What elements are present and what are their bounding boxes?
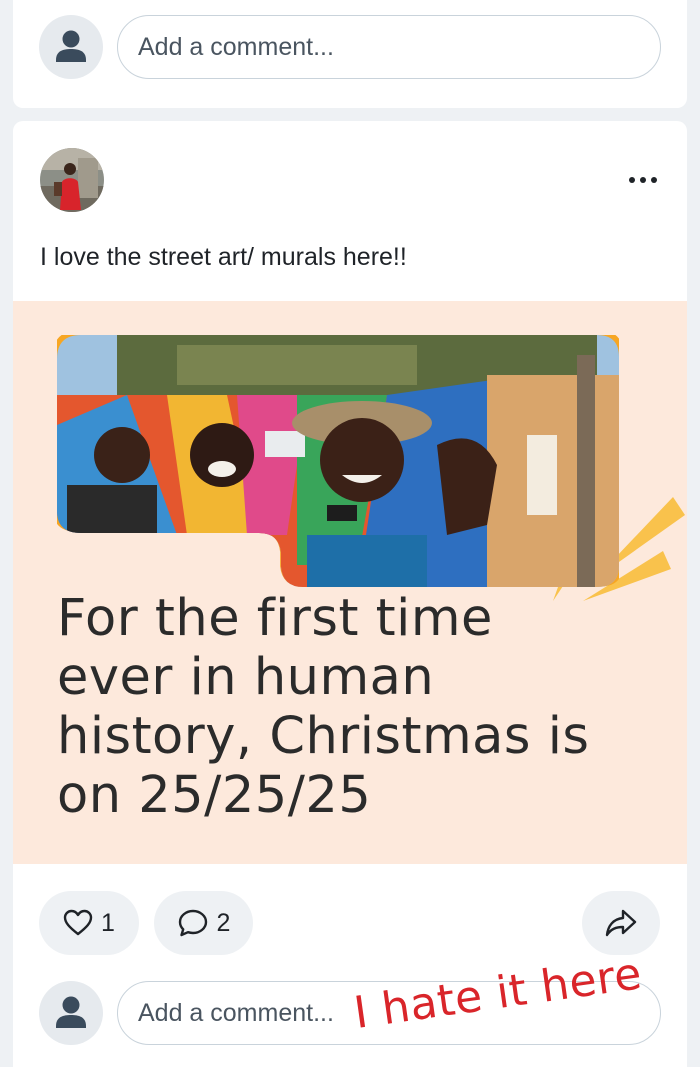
comment-count: 2 xyxy=(216,908,231,937)
share-arrow-icon xyxy=(605,909,637,937)
headline-line: ever in human xyxy=(57,648,435,707)
author-photo xyxy=(40,148,104,212)
mural-photo xyxy=(57,335,619,587)
headline-line: history, Christmas is xyxy=(57,707,590,766)
image-headline: For the first time ever in human history… xyxy=(57,589,657,825)
comment-input[interactable] xyxy=(117,15,661,79)
like-button[interactable]: 1 xyxy=(39,891,139,955)
user-silhouette-icon xyxy=(56,30,86,62)
more-options-button[interactable] xyxy=(621,165,665,195)
heart-icon xyxy=(63,909,93,936)
post-image[interactable]: For the first time ever in human history… xyxy=(13,301,687,864)
current-user-avatar xyxy=(39,15,103,79)
current-user-avatar xyxy=(39,981,103,1045)
comments-button[interactable]: 2 xyxy=(154,891,253,955)
post-card: I love the street art/ murals here!! For… xyxy=(13,121,687,1067)
user-silhouette-icon xyxy=(56,996,86,1028)
share-button[interactable] xyxy=(582,891,660,955)
like-count: 1 xyxy=(101,908,115,937)
headline-line: on 25/25/25 xyxy=(57,766,372,825)
author-avatar[interactable] xyxy=(40,148,104,212)
speech-bubble-icon xyxy=(178,909,207,937)
previous-post-card xyxy=(13,0,687,108)
more-dots-icon xyxy=(629,177,657,183)
post-text: I love the street art/ murals here!! xyxy=(40,243,407,271)
headline-line: For the first time xyxy=(57,589,493,648)
